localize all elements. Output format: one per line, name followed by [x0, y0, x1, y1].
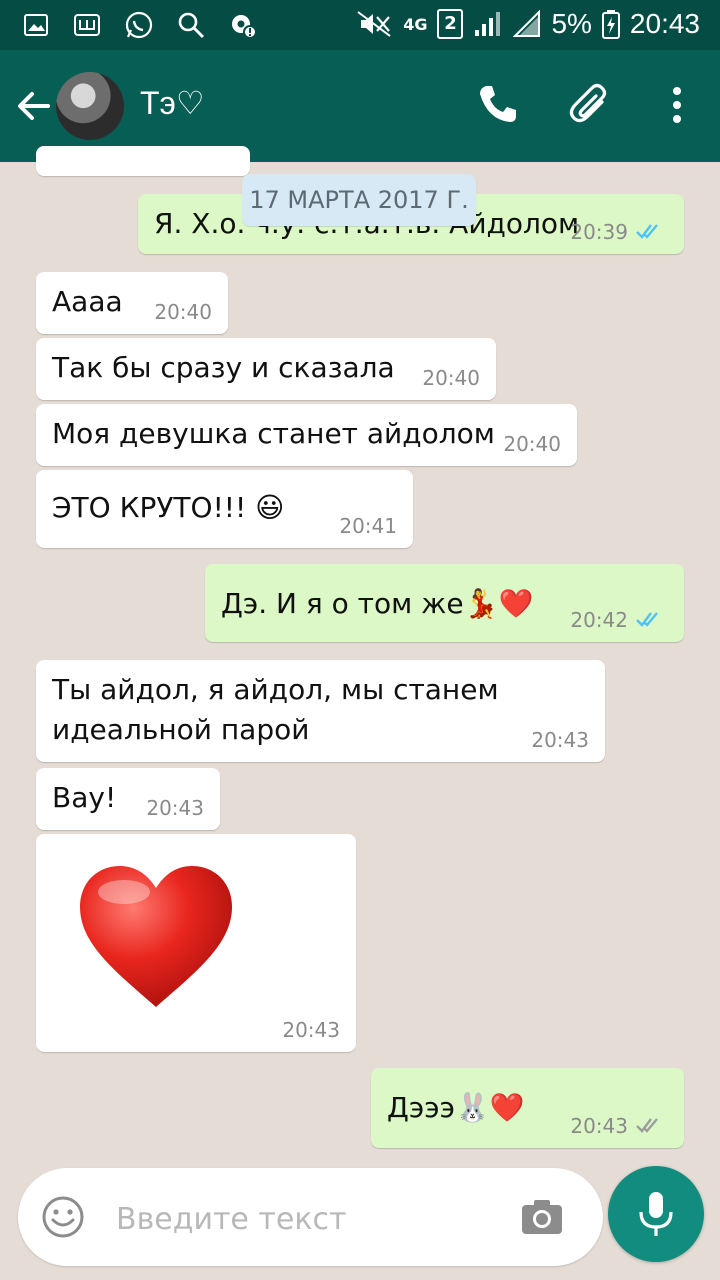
microphone-icon	[639, 1192, 673, 1236]
phone-icon[interactable]	[472, 80, 522, 130]
chat-area[interactable]: Я. Х.о. ч.у. с.т.а.т.ь. Айдолом 20:39 17…	[0, 146, 720, 1280]
delivered-ticks-icon	[636, 1118, 658, 1133]
mute-icon	[357, 11, 391, 37]
message-text: Дэээ🐰❤️	[387, 1091, 525, 1124]
message-bubble-incoming[interactable]: Ты айдол, я айдол, мы станем идеальной п…	[36, 660, 605, 762]
status-bar: 4G 2 5% 20:43	[0, 0, 720, 50]
notification-icon	[74, 14, 100, 36]
emoji-icon[interactable]	[40, 1194, 86, 1240]
message-text: Так бы сразу и сказала	[52, 351, 395, 384]
wifi-signal-icon	[513, 10, 541, 37]
message-time: 20:43	[282, 1018, 340, 1042]
date-badge: 17 МАРТА 2017 Г.	[242, 174, 476, 226]
search-icon	[178, 12, 205, 39]
status-time: 20:43	[629, 8, 700, 39]
more-vert-icon[interactable]	[652, 80, 702, 130]
contact-name[interactable]: Тэ♡	[140, 84, 205, 122]
heart-sticker-icon	[80, 866, 232, 1007]
message-bubble-incoming[interactable]: Моя девушка станет айдолом 20:40	[36, 404, 577, 466]
message-text: Аааа	[52, 285, 123, 318]
message-time: 20:40	[422, 366, 480, 390]
whatsapp-icon	[125, 11, 153, 39]
battery-charging-icon	[601, 10, 620, 39]
message-bubble-outgoing[interactable]: Дэ. И я о том же💃❤️ 20:42	[205, 564, 684, 642]
signal-icon	[475, 12, 501, 36]
message-time: 20:41	[339, 514, 397, 538]
attachment-icon[interactable]	[566, 80, 616, 130]
message-bubble-outgoing[interactable]: Дэээ🐰❤️ 20:43	[371, 1068, 684, 1148]
network-type: 4G	[403, 14, 428, 34]
read-ticks-icon	[636, 612, 658, 627]
message-bubble-sticker[interactable]: 20:43	[36, 834, 356, 1052]
settings-icon	[232, 15, 257, 39]
message-time: 20:42	[570, 608, 628, 632]
message-time: 20:39	[570, 220, 628, 244]
message-time: 20:43	[570, 1114, 628, 1138]
message-time: 20:40	[503, 432, 561, 456]
gallery-icon	[24, 14, 48, 36]
sim-badge: 2	[437, 9, 464, 39]
message-bubble-partial[interactable]	[36, 146, 250, 176]
contact-avatar[interactable]	[56, 72, 124, 140]
camera-icon[interactable]	[519, 1194, 565, 1240]
battery-percent: 5%	[551, 8, 592, 39]
message-composer	[18, 1168, 603, 1266]
message-time: 20:40	[154, 300, 212, 324]
message-text: ЭТО КРУТО!!! 😃	[52, 491, 285, 524]
message-input[interactable]	[114, 1196, 498, 1242]
sim-number: 2	[444, 13, 457, 34]
read-ticks-icon	[636, 224, 658, 239]
status-bar-left-icons	[22, 10, 258, 40]
message-bubble-incoming[interactable]: Так бы сразу и сказала 20:40	[36, 338, 496, 400]
message-text: Моя девушка станет айдолом	[52, 417, 495, 450]
message-text: Дэ. И я о том же💃❤️	[221, 587, 534, 620]
message-time: 20:43	[146, 796, 204, 820]
message-text: Вау!	[52, 781, 117, 814]
message-time: 20:43	[531, 728, 589, 752]
status-bar-right: 4G 2 5% 20:43	[355, 8, 700, 40]
voice-record-button[interactable]	[608, 1166, 704, 1262]
back-arrow-icon[interactable]	[14, 86, 54, 126]
message-bubble-incoming[interactable]: Аааа 20:40	[36, 272, 228, 334]
message-bubble-incoming[interactable]: ЭТО КРУТО!!! 😃 20:41	[36, 470, 413, 548]
message-text: Ты айдол, я айдол, мы станем идеальной п…	[52, 673, 499, 746]
message-bubble-incoming[interactable]: Вау! 20:43	[36, 768, 220, 830]
